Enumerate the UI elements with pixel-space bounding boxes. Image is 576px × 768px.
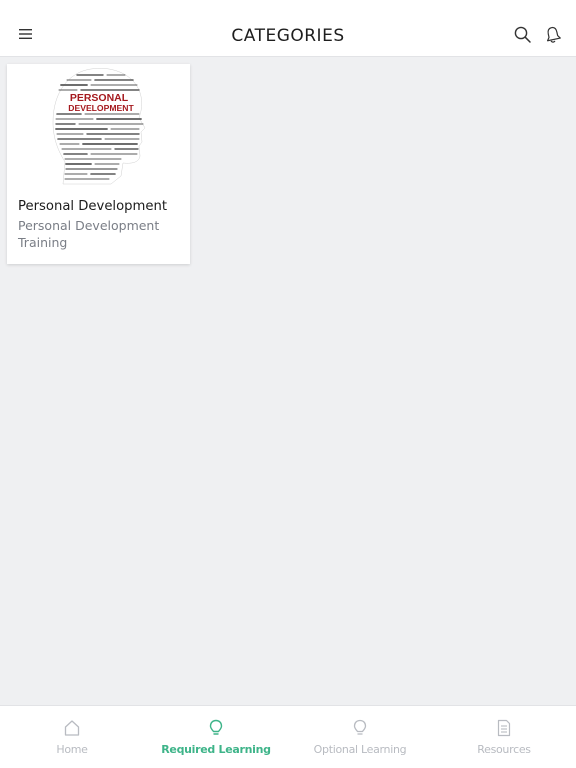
tab-required-learning[interactable]: Required Learning xyxy=(144,706,288,768)
tab-home[interactable]: Home xyxy=(0,706,144,768)
home-icon xyxy=(64,720,80,736)
tab-resources-label: Resources xyxy=(477,743,531,756)
tab-home-label: Home xyxy=(56,743,88,756)
tab-resources[interactable]: Resources xyxy=(432,706,576,768)
bottom-tab-bar: Home Required Learning Optional Learning… xyxy=(0,705,576,768)
category-card[interactable]: PERSONAL DEVELOPMENT Personal Developmen… xyxy=(7,64,190,264)
lightbulb-icon xyxy=(353,719,367,735)
top-app-bar: CATEGORIES xyxy=(0,0,576,57)
svg-text:DEVELOPMENT: DEVELOPMENT xyxy=(68,103,134,113)
tab-optional-learning-label: Optional Learning xyxy=(313,743,407,756)
category-subtitle: Personal Development Training xyxy=(18,218,160,250)
tab-required-learning-label: Required Learning xyxy=(161,743,271,756)
document-icon xyxy=(497,719,511,737)
head-word-cloud-image: PERSONAL DEVELOPMENT xyxy=(52,68,146,185)
category-title: Personal Development xyxy=(18,199,168,214)
notifications-button[interactable] xyxy=(541,23,565,47)
page-title: CATEGORIES xyxy=(231,26,345,46)
search-icon xyxy=(514,26,531,43)
bell-icon xyxy=(546,26,561,43)
tab-optional-learning[interactable]: Optional Learning xyxy=(288,706,432,768)
lightbulb-icon xyxy=(209,719,223,735)
search-button[interactable] xyxy=(511,23,535,47)
